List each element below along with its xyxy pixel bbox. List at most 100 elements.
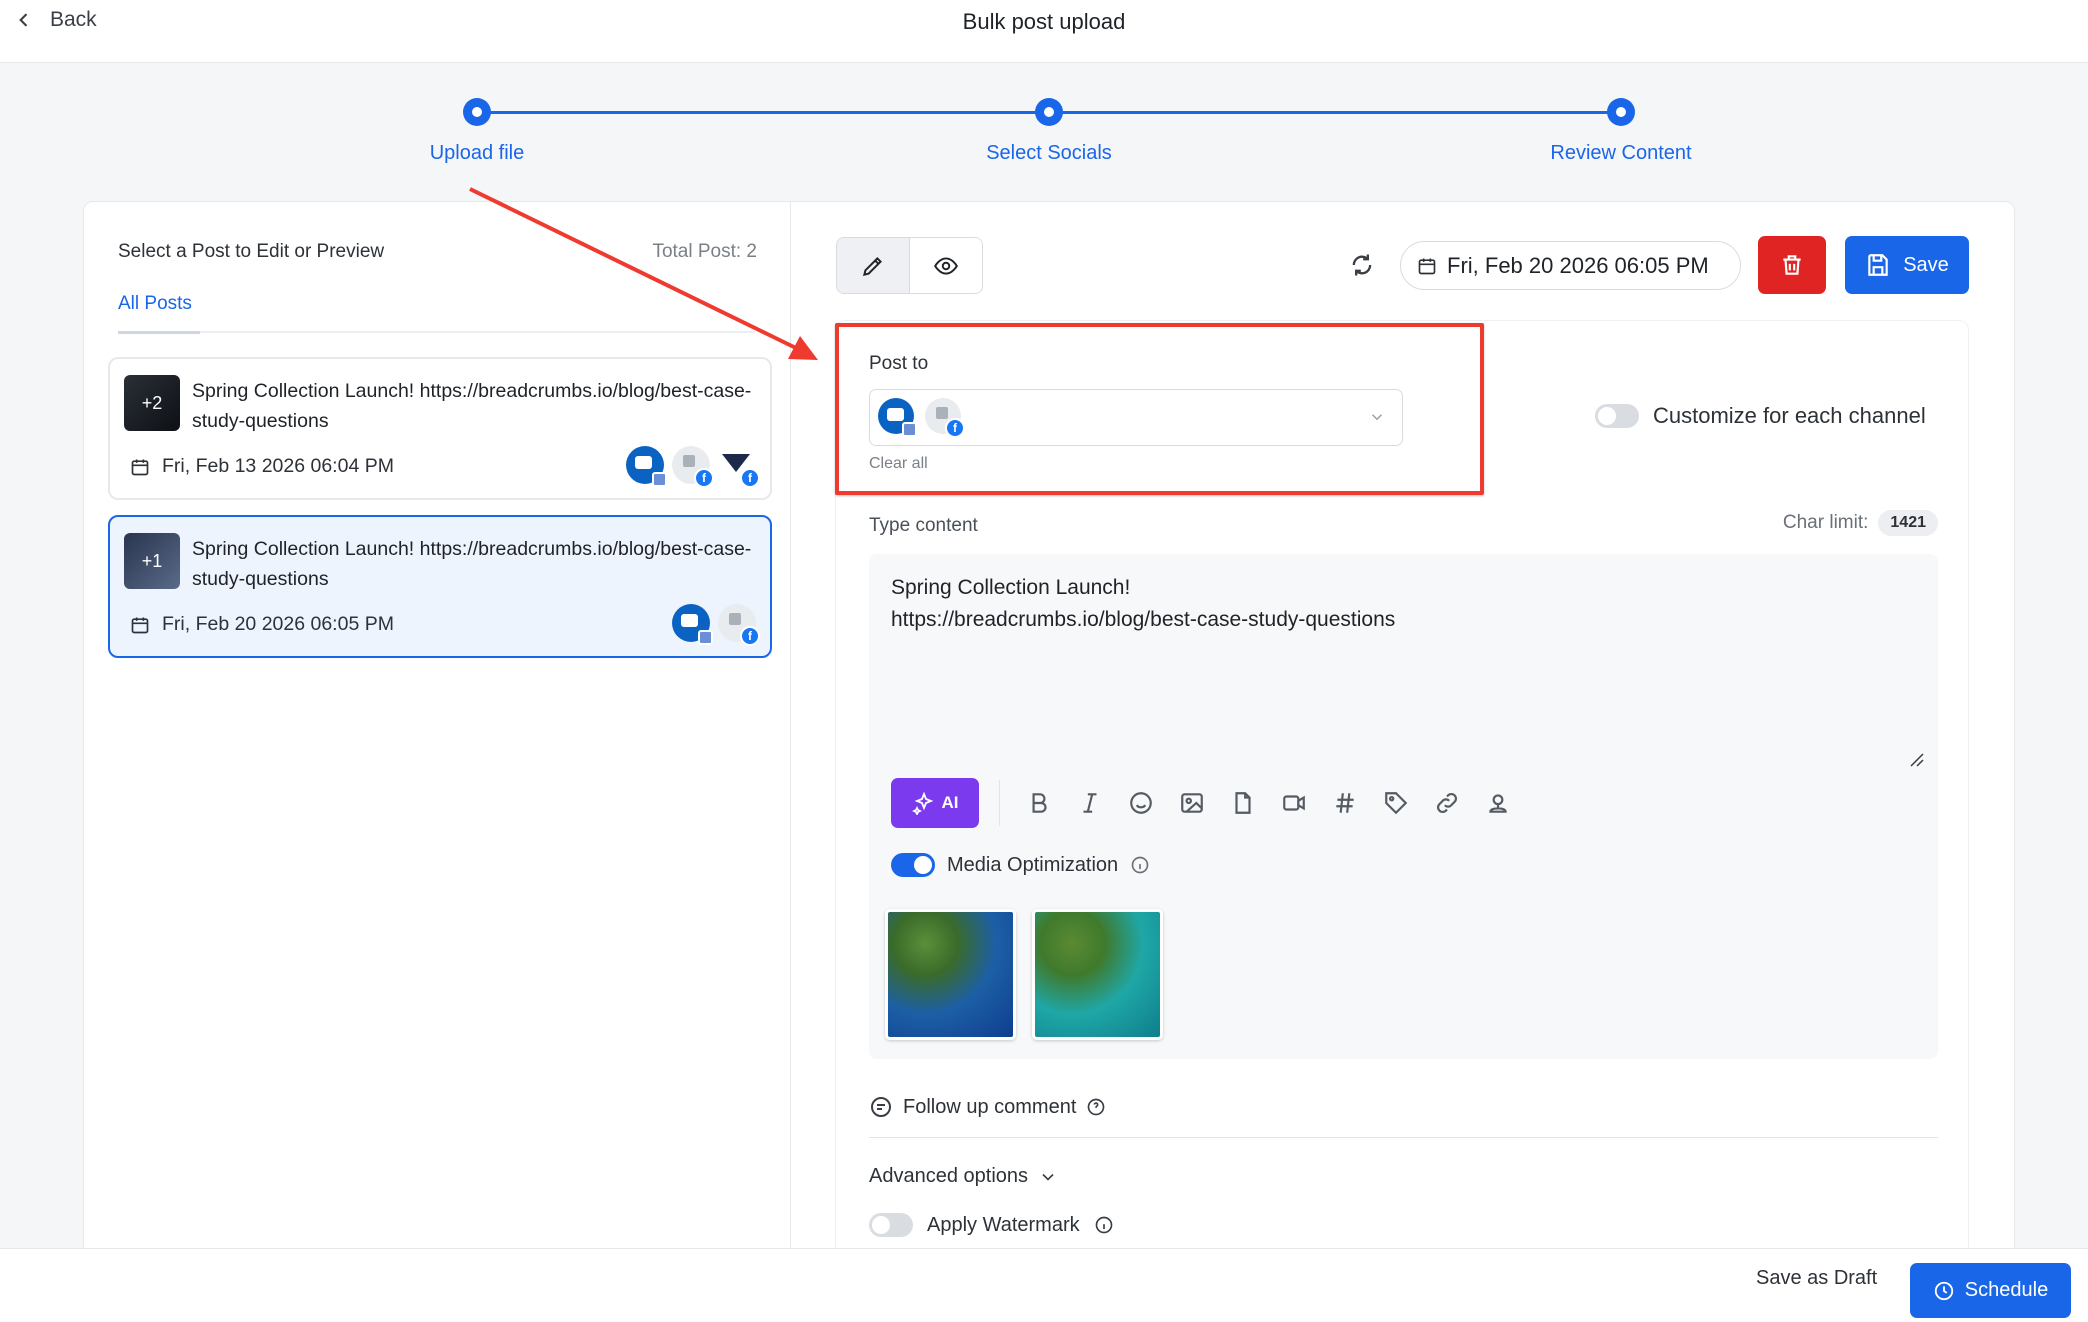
save-as-draft-button[interactable]: Save as Draft (1756, 1267, 1877, 1290)
preview-mode-button[interactable] (910, 238, 982, 293)
refresh-button[interactable] (1344, 247, 1380, 283)
section-divider (869, 1137, 1938, 1138)
char-limit: Char limit: 1421 (1783, 510, 1938, 536)
hashtag-button[interactable] (1326, 785, 1363, 822)
location-icon (1488, 794, 1507, 813)
post-list-title: Select a Post to Edit or Preview (118, 241, 385, 262)
customize-toggle-switch[interactable] (1595, 404, 1639, 428)
resize-handle-icon[interactable] (1908, 751, 1926, 769)
schedule-label: Schedule (1964, 1279, 2049, 1301)
video-button[interactable] (1275, 785, 1312, 822)
calendar-icon (1418, 258, 1436, 274)
step-review-content[interactable]: Review Content (1491, 142, 1751, 165)
sparkles-icon (911, 791, 933, 815)
location-button[interactable] (1479, 785, 1516, 822)
editor-box: Post to f Clear all Customize for each c… (835, 320, 1969, 1321)
eye-icon (934, 256, 958, 275)
apply-watermark: Apply Watermark (869, 1213, 1114, 1237)
image-button[interactable] (1173, 785, 1210, 822)
media-thumbnails (885, 909, 1163, 1040)
emoji-button[interactable] (1122, 785, 1159, 822)
total-post-count: Total Post: 2 (652, 241, 757, 262)
delete-button[interactable] (1758, 236, 1826, 294)
image-icon (1180, 793, 1203, 813)
post-card-1[interactable]: +2 Spring Collection Launch! https://bre… (108, 357, 772, 500)
step-dot-review (1607, 98, 1635, 126)
post-thumbnail: +1 (124, 533, 180, 589)
type-content-label: Type content (869, 515, 978, 536)
follow-up-comment[interactable]: Follow up comment (869, 1095, 1106, 1119)
help-icon[interactable] (1086, 1097, 1106, 1117)
save-button[interactable]: Save (1845, 236, 1969, 294)
save-label: Save (1903, 253, 1949, 276)
profile-avatar-icon (672, 604, 713, 645)
profile-avatar-icon: f (925, 398, 965, 438)
profile-avatar-icon (626, 446, 667, 487)
post-date-label: Fri, Feb 13 2026 06:04 PM (162, 455, 394, 477)
post-date: Fri, Feb 20 2026 06:05 PM (130, 613, 394, 636)
post-text: Spring Collection Launch! https://breadc… (192, 538, 752, 590)
footer-bar: Save as Draft Schedule (0, 1248, 2088, 1322)
clear-all-link[interactable]: Clear all (869, 455, 928, 473)
facebook-icon: f (694, 468, 714, 488)
content-text[interactable]: Spring Collection Launch! https://breadc… (891, 572, 1395, 636)
document-button[interactable] (1224, 785, 1261, 822)
post-thumbnail: +2 (124, 375, 180, 431)
media-thumbnail-2[interactable] (1032, 909, 1163, 1040)
tag-button[interactable] (1377, 785, 1414, 822)
info-icon[interactable] (1094, 1215, 1114, 1235)
smiley-icon (1129, 792, 1152, 814)
tab-all-posts[interactable]: All Posts (118, 293, 192, 315)
edit-mode-button[interactable] (837, 238, 910, 293)
schedule-date-picker[interactable]: Fri, Feb 20 2026 06:05 PM (1400, 241, 1741, 290)
italic-button[interactable] (1071, 785, 1108, 822)
video-icon (1282, 795, 1305, 811)
step-select-socials[interactable]: Select Socials (919, 142, 1179, 165)
ai-label: AI (941, 793, 959, 812)
refresh-icon (1352, 254, 1372, 276)
chevron-down-icon (1371, 414, 1383, 421)
schedule-button[interactable]: Schedule (1910, 1263, 2071, 1318)
step-upload-file[interactable]: Upload file (347, 142, 607, 165)
tab-divider (118, 331, 755, 333)
page-badge-icon (902, 422, 917, 437)
chevron-down-icon (1042, 1173, 1054, 1181)
step-dot-upload (463, 98, 491, 126)
media-optimization: Media Optimization (891, 853, 1150, 877)
document-icon (1234, 792, 1251, 814)
watermark-label: Apply Watermark (927, 1213, 1080, 1236)
post-card-2[interactable]: +1 Spring Collection Launch! https://bre… (108, 515, 772, 658)
tab-active-indicator (118, 331, 200, 334)
floppy-disk-icon (1868, 254, 1888, 276)
bold-button[interactable] (1020, 785, 1057, 822)
customize-channel-toggle[interactable]: Customize for each channel (1595, 403, 1926, 429)
ai-assist-button[interactable]: AI (891, 778, 979, 828)
media-optimization-toggle[interactable] (891, 853, 935, 877)
media-thumbnail-1[interactable] (885, 909, 1016, 1040)
profile-avatar-icon: f (718, 604, 760, 646)
link-button[interactable] (1428, 785, 1465, 822)
media-optimization-label: Media Optimization (947, 853, 1119, 876)
content-editor[interactable]: Spring Collection Launch! https://breadc… (869, 554, 1938, 1059)
post-list-panel: Select a Post to Edit or Preview Total P… (84, 202, 791, 1321)
schedule-date-label: Fri, Feb 20 2026 06:05 PM (1447, 252, 1709, 278)
follow-up-label: Follow up comment (903, 1095, 1077, 1118)
info-icon[interactable] (1130, 855, 1150, 875)
advanced-options-label: Advanced options (869, 1165, 1029, 1187)
step-dot-socials (1035, 98, 1063, 126)
mode-toggle (836, 237, 983, 294)
post-to-select[interactable]: f (869, 389, 1403, 446)
tag-icon (1384, 792, 1407, 815)
customize-label: Customize for each channel (1653, 403, 1926, 428)
calendar-icon (131, 459, 149, 475)
formatting-toolbar: AI (891, 778, 1516, 828)
brand-logo-icon: f (718, 446, 760, 488)
link-icon (1436, 793, 1457, 813)
watermark-toggle[interactable] (869, 1213, 913, 1237)
hashtag-icon (1335, 793, 1354, 813)
advanced-options-toggle[interactable]: Advanced options (869, 1165, 1058, 1188)
page-badge-icon (652, 472, 667, 487)
top-bar: Back Bulk post upload (0, 0, 2088, 63)
clock-icon (1934, 1281, 1953, 1300)
comment-icon (871, 1097, 891, 1117)
